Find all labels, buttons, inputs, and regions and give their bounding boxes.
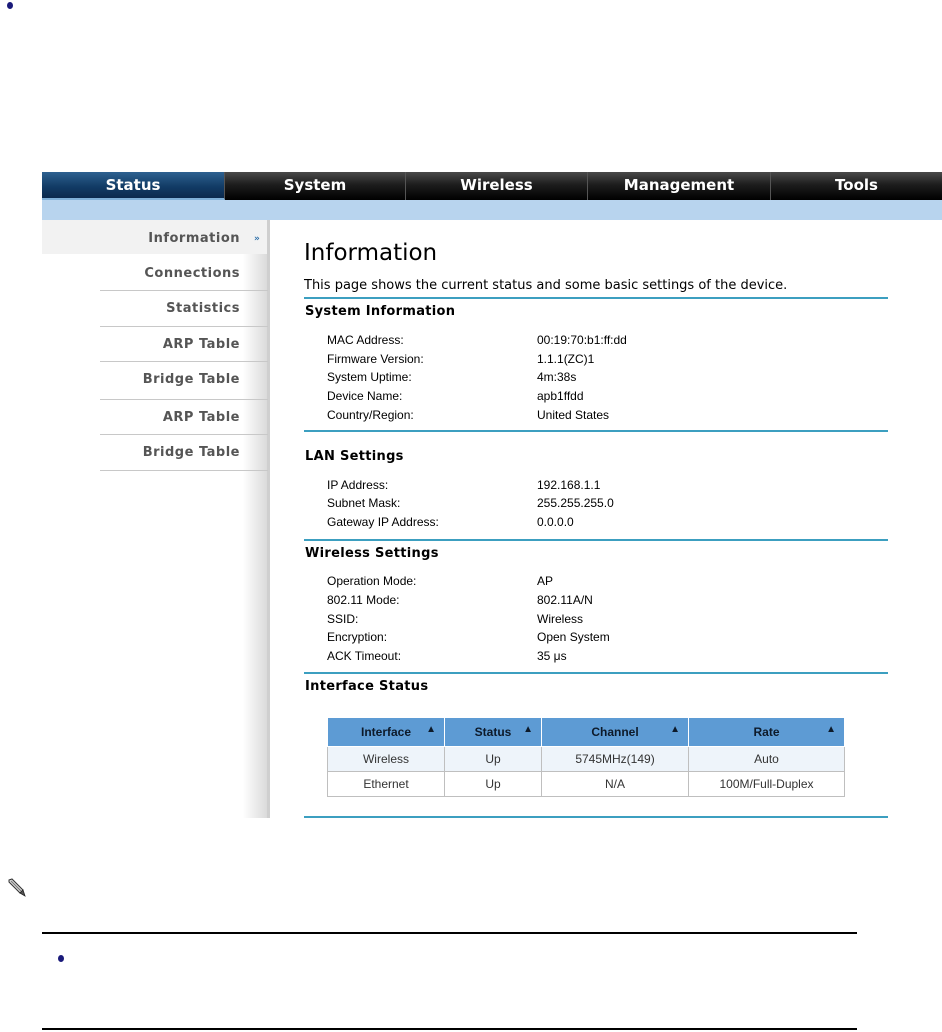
firmware-version-label: Firmware Version: bbox=[327, 352, 424, 366]
ack-timeout-value: 35 μs bbox=[537, 649, 567, 663]
table-header-row: Interface ▲︎ Status ▲︎ Channel ▲︎ Rate ▲︎ bbox=[327, 717, 845, 747]
table-row: Ethernet Up N/A 100M/Full-Duplex bbox=[327, 771, 845, 797]
tab-system[interactable]: System bbox=[225, 172, 406, 200]
table-row: Wireless Up 5745MHz(149) Auto bbox=[327, 746, 845, 772]
note-bottom-rule bbox=[42, 1028, 857, 1030]
router-admin-window: Status System Wireless Management Tools … bbox=[42, 172, 942, 818]
device-name-value: apb1ffdd bbox=[537, 389, 584, 403]
sidebar-divider-line bbox=[100, 434, 268, 435]
page-description: This page shows the current status and s… bbox=[304, 278, 788, 293]
top-nav: Status System Wireless Management Tools bbox=[42, 172, 942, 200]
section-title-wireless-settings: Wireless Settings bbox=[305, 546, 439, 561]
device-name-label: Device Name: bbox=[327, 389, 403, 403]
sort-icon[interactable]: ▲︎ bbox=[670, 724, 680, 735]
sidebar-divider-line bbox=[100, 399, 268, 400]
ip-address-value: 192.168.1.1 bbox=[537, 478, 601, 492]
ip-address-label: IP Address: bbox=[327, 478, 389, 492]
section-title-interface-status: Interface Status bbox=[305, 679, 429, 694]
subnet-mask-value: 255.255.255.0 bbox=[537, 496, 614, 510]
sidebar-item-connections[interactable]: Connections bbox=[70, 266, 240, 281]
operation-mode-value: AP bbox=[537, 574, 554, 588]
firmware-version-value: 1.1.1(ZC)1 bbox=[537, 352, 595, 366]
section-title-lan-settings: LAN Settings bbox=[305, 449, 404, 464]
tab-wireless[interactable]: Wireless bbox=[406, 172, 588, 200]
ack-timeout-label: ACK Timeout: bbox=[327, 649, 402, 663]
system-uptime-value: 4m:38s bbox=[537, 370, 577, 384]
table-cell: Up bbox=[444, 746, 542, 772]
bullet-icon bbox=[58, 955, 64, 962]
ssid-label: SSID: bbox=[327, 612, 359, 626]
section-divider bbox=[304, 672, 888, 674]
bullet-icon bbox=[7, 2, 13, 9]
tab-management[interactable]: Management bbox=[588, 172, 771, 200]
sidebar-item-information[interactable]: Information bbox=[70, 231, 240, 246]
sidebar-divider bbox=[267, 220, 270, 818]
operation-mode-label: Operation Mode: bbox=[327, 574, 417, 588]
table-cell: Wireless bbox=[327, 746, 445, 772]
sort-icon[interactable]: ▲︎ bbox=[426, 724, 436, 735]
system-uptime-label: System Uptime: bbox=[327, 370, 412, 384]
table-cell: Auto bbox=[688, 746, 845, 772]
pencil-icon bbox=[8, 878, 26, 897]
sub-nav-bar bbox=[42, 200, 942, 220]
tab-tools[interactable]: Tools bbox=[771, 172, 942, 200]
table-cell: 100M/Full-Duplex bbox=[688, 771, 845, 797]
sidebar-divider-line bbox=[100, 470, 268, 471]
section-divider bbox=[304, 816, 888, 818]
sidebar-divider-line bbox=[100, 361, 268, 362]
section-divider bbox=[304, 430, 888, 432]
table-cell: 5745MHz(149) bbox=[541, 746, 689, 772]
80211-mode-value: 802.11A/N bbox=[537, 593, 593, 607]
sidebar-item-bridge-table[interactable]: Bridge Table bbox=[70, 372, 240, 387]
sidebar-item-bridge-table-2[interactable]: Bridge Table bbox=[70, 445, 240, 460]
sidebar: Information » Connections Statistics ARP… bbox=[42, 220, 270, 818]
sidebar-item-arp-table[interactable]: ARP Table bbox=[70, 337, 240, 352]
sort-icon[interactable]: ▲︎ bbox=[826, 724, 836, 735]
country-region-value: United States bbox=[537, 408, 610, 422]
table-cell: N/A bbox=[541, 771, 689, 797]
column-header-channel[interactable]: Channel ▲︎ bbox=[541, 717, 689, 747]
mac-address-label: MAC Address: bbox=[327, 333, 404, 347]
sort-icon[interactable]: ▲︎ bbox=[523, 724, 533, 735]
table-cell: Up bbox=[444, 771, 542, 797]
note-top-rule bbox=[42, 932, 857, 934]
ssid-value: Wireless bbox=[537, 612, 584, 626]
sidebar-item-arp-table-2[interactable]: ARP Table bbox=[70, 410, 240, 425]
tab-status[interactable]: Status bbox=[42, 172, 225, 200]
sidebar-divider-line bbox=[100, 290, 268, 291]
sidebar-item-statistics[interactable]: Statistics bbox=[70, 301, 240, 316]
interface-status-table: Interface ▲︎ Status ▲︎ Channel ▲︎ Rate ▲︎ Wi… bbox=[327, 717, 845, 797]
section-divider bbox=[304, 297, 888, 299]
gateway-ip-label: Gateway IP Address: bbox=[327, 515, 439, 529]
column-header-interface[interactable]: Interface ▲︎ bbox=[327, 717, 445, 747]
80211-mode-label: 802.11 Mode: bbox=[327, 593, 400, 607]
double-chevron-right-icon: » bbox=[254, 234, 260, 244]
mac-address-value: 00:19:70:b1:ff:dd bbox=[537, 333, 627, 347]
table-cell: Ethernet bbox=[327, 771, 445, 797]
encryption-value: Open System bbox=[537, 630, 610, 644]
column-header-rate[interactable]: Rate ▲︎ bbox=[688, 717, 845, 747]
gateway-ip-value: 0.0.0.0 bbox=[537, 515, 574, 529]
country-region-label: Country/Region: bbox=[327, 408, 414, 422]
section-divider bbox=[304, 539, 888, 541]
section-title-system-information: System Information bbox=[305, 304, 456, 319]
page-title: Information bbox=[304, 240, 438, 266]
column-header-status[interactable]: Status ▲︎ bbox=[444, 717, 542, 747]
encryption-label: Encryption: bbox=[327, 630, 388, 644]
subnet-mask-label: Subnet Mask: bbox=[327, 496, 401, 510]
sidebar-divider-line bbox=[100, 326, 268, 327]
